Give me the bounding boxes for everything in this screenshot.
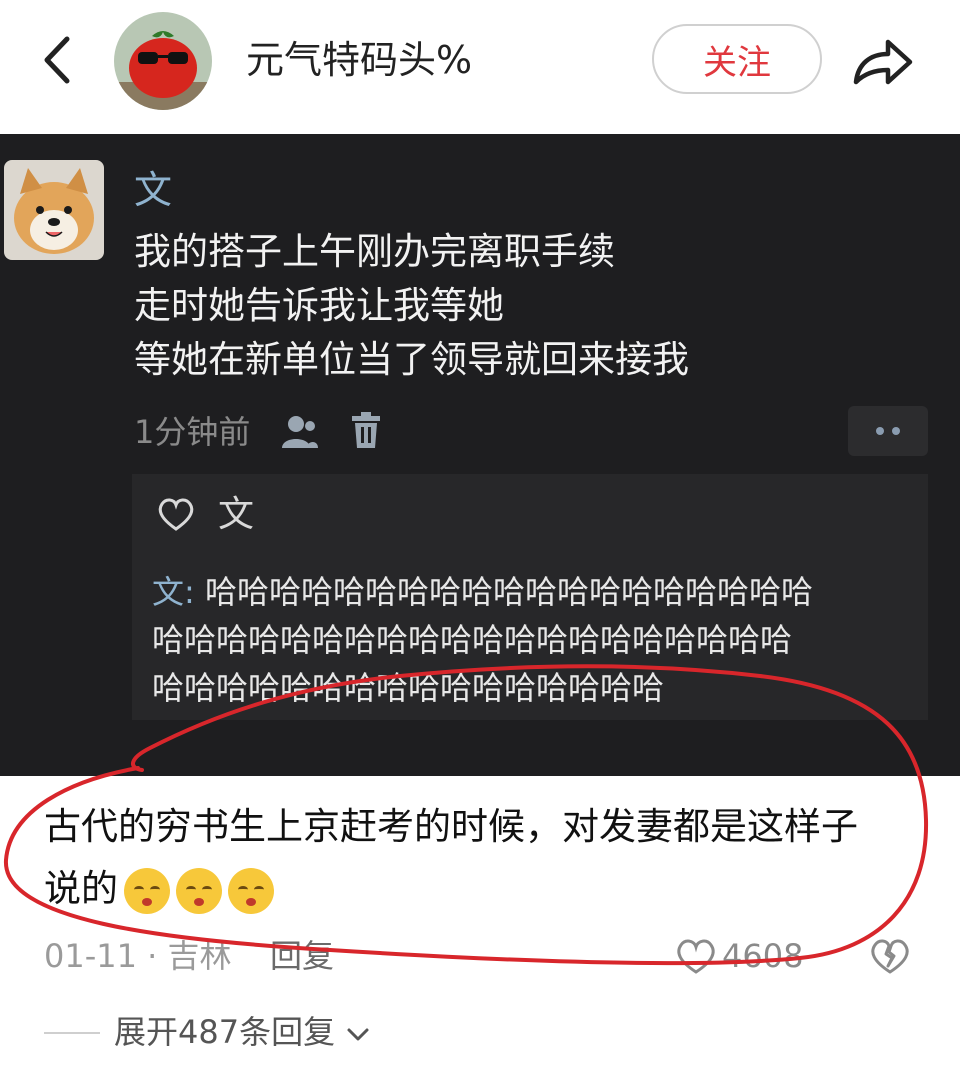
comment-line: 等她在新单位当了领导就回来接我 [134, 338, 689, 381]
dot-icon [892, 427, 900, 435]
avatar[interactable] [114, 12, 212, 110]
share-arrow-icon [853, 39, 913, 85]
like-count: 4608 [722, 937, 804, 975]
dog-avatar-icon [4, 160, 104, 260]
dot-icon [876, 427, 884, 435]
meta-separator: · [147, 937, 158, 975]
like-button[interactable] [674, 936, 718, 976]
reply-text: 哈哈哈哈哈哈哈哈哈哈哈哈哈哈哈哈哈哈哈 [204, 573, 813, 611]
commenter-avatar [4, 160, 104, 260]
shushing-face-icon [124, 867, 170, 914]
reply-author: 文 [218, 494, 255, 535]
comment-line: 走时她告诉我让我等她 [134, 284, 504, 327]
share-button[interactable] [848, 34, 918, 90]
shushing-face-icon [176, 867, 222, 914]
comment-author: 文 [134, 168, 173, 212]
heart-icon [156, 494, 196, 534]
reply-prefix: 文: [152, 573, 195, 611]
comment-date: 01-11 [44, 937, 137, 975]
divider [44, 1032, 100, 1034]
person-icon [280, 414, 320, 450]
trash-icon [350, 412, 382, 450]
reply-line: 文: 哈哈哈哈哈哈哈哈哈哈哈哈哈哈哈哈哈哈哈 [152, 572, 813, 612]
follow-button[interactable]: 关注 [652, 24, 822, 94]
chevron-down-icon [347, 1028, 369, 1041]
comment-time: 1分钟前 [134, 413, 251, 451]
expand-replies-label: 展开487条回复 [114, 1013, 336, 1051]
comment-location: 吉林 [167, 937, 232, 975]
chevron-left-icon [44, 36, 70, 84]
tomato-avatar-icon [114, 12, 212, 110]
comment-text: 古代的穷书生上京赶考的时候，对发妻都是这样子 [44, 805, 858, 848]
comment-text-line2: 说的 [44, 866, 274, 914]
heart-icon [677, 939, 715, 974]
reply-line: 哈哈哈哈哈哈哈哈哈哈哈哈哈哈哈哈 [152, 669, 665, 707]
top-bar: 元气特码头% 关注 [0, 0, 960, 134]
comment-meta: 01-11 · 吉林 [44, 936, 232, 976]
broken-heart-icon [871, 939, 909, 974]
comment-line: 我的搭子上午刚办完离职手续 [134, 230, 615, 273]
more-options-button [848, 406, 928, 456]
username[interactable]: 元气特码头% [246, 38, 472, 82]
reply-button[interactable]: 回复 [270, 936, 334, 976]
expand-replies-button[interactable]: 展开487条回复 [114, 1012, 371, 1052]
dislike-button[interactable] [868, 934, 912, 978]
reply-line: 哈哈哈哈哈哈哈哈哈哈哈哈哈哈哈哈哈哈哈哈 [152, 621, 793, 659]
shushing-face-icon [228, 867, 274, 914]
comment-text: 说的 [44, 867, 118, 910]
back-button[interactable] [36, 32, 76, 88]
